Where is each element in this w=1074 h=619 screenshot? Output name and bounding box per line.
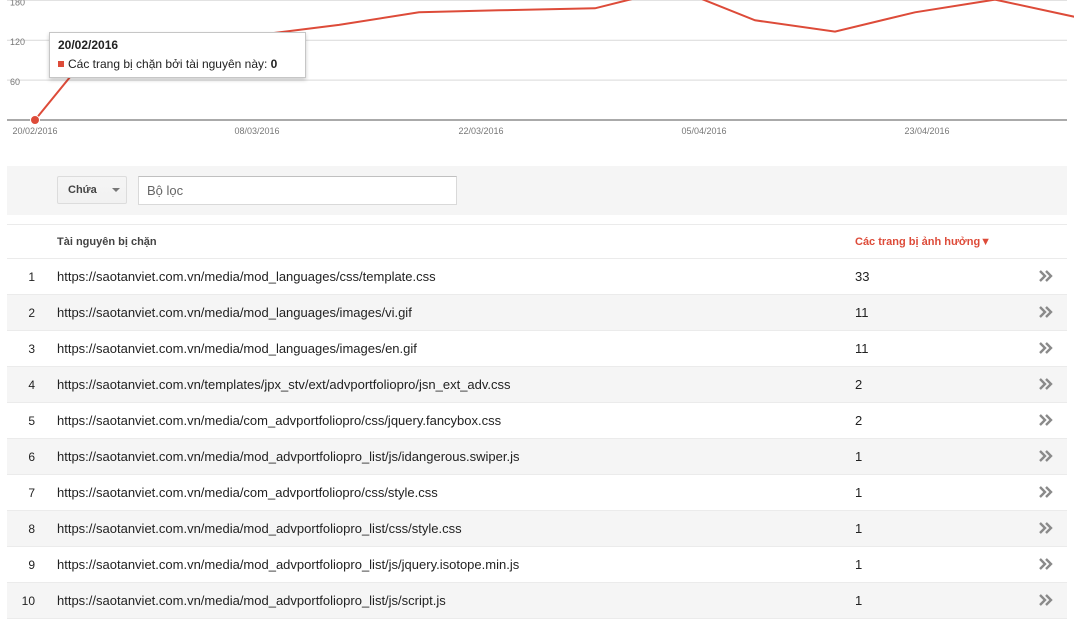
double-chevron-right-icon[interactable] [1038, 594, 1054, 606]
row-number: 6 [28, 450, 35, 464]
resource-url: https://saotanviet.com.vn/media/mod_advp… [57, 557, 520, 572]
double-chevron-right-icon[interactable] [1038, 486, 1054, 498]
row-number: 9 [28, 558, 35, 572]
y-tick-label: 120 [10, 37, 25, 47]
resource-url: https://saotanviet.com.vn/media/mod_lang… [57, 269, 436, 284]
filter-type-dropdown[interactable]: Chứa [57, 176, 127, 204]
double-chevron-right-icon[interactable] [1038, 378, 1054, 390]
column-header-resource[interactable]: Tài nguyên bị chặn [57, 236, 157, 248]
table-row[interactable]: 5 https://saotanviet.com.vn/media/com_adv… [7, 403, 1067, 439]
affected-pages-count: 1 [855, 485, 863, 500]
affected-pages-count: 33 [855, 269, 870, 284]
x-tick-label: 23/04/2016 [904, 126, 949, 136]
table-row[interactable]: 1 https://saotanviet.com.vn/media/mod_lan… [7, 259, 1067, 295]
resource-url: https://saotanviet.com.vn/media/com_advp… [57, 413, 502, 428]
table-row[interactable]: 8 https://saotanviet.com.vn/media/mod_adv… [7, 511, 1067, 547]
double-chevron-right-icon[interactable] [1038, 450, 1054, 462]
double-chevron-right-icon[interactable] [1038, 306, 1054, 318]
resource-url: https://saotanviet.com.vn/media/mod_advp… [57, 593, 446, 608]
table-row[interactable]: 10 https://saotanviet.com.vn/media/mod_ad… [7, 583, 1067, 619]
resource-url: https://saotanviet.com.vn/templates/jpx_… [57, 377, 511, 392]
affected-pages-count: 2 [855, 413, 863, 428]
double-chevron-right-icon[interactable] [1038, 558, 1054, 570]
series-swatch-icon [58, 61, 64, 67]
double-chevron-right-icon[interactable] [1038, 342, 1054, 354]
table-row[interactable]: 4 https://saotanviet.com.vn/templates/jpx… [7, 367, 1067, 403]
filter-bar: Chứa [7, 166, 1067, 215]
highlighted-point [30, 115, 40, 125]
y-tick-label: 60 [10, 77, 20, 87]
affected-pages-count: 11 [855, 305, 869, 320]
table-header: Tài nguyên bị chặn Các trang bị ảnh hưởn… [7, 224, 1067, 259]
filter-input[interactable] [138, 176, 457, 205]
filter-type-label: Chứa [68, 184, 97, 196]
table-row[interactable]: 7 https://saotanviet.com.vn/media/com_adv… [7, 475, 1067, 511]
affected-pages-count: 2 [855, 377, 863, 392]
tooltip-label: Các trang bị chặn bởi tài nguyên này: [68, 57, 268, 71]
affected-pages-count: 1 [855, 449, 863, 464]
resource-url: https://saotanviet.com.vn/media/mod_advp… [57, 449, 520, 464]
double-chevron-right-icon[interactable] [1038, 414, 1054, 426]
resource-url: https://saotanviet.com.vn/media/mod_lang… [57, 305, 412, 320]
table-row[interactable]: 2 https://saotanviet.com.vn/media/mod_lan… [7, 295, 1067, 331]
double-chevron-right-icon[interactable] [1038, 270, 1054, 282]
affected-pages-count: 1 [855, 557, 863, 572]
blocked-resources-table: Tài nguyên bị chặn Các trang bị ảnh hưởn… [7, 224, 1067, 619]
double-chevron-right-icon[interactable] [1038, 522, 1054, 534]
column-header-affected-pages[interactable]: Các trang bị ảnh hưởng▼ [855, 236, 991, 248]
row-number: 1 [28, 270, 35, 284]
row-number: 10 [21, 594, 35, 608]
affected-pages-count: 1 [855, 521, 863, 536]
affected-pages-count: 11 [855, 341, 869, 356]
resource-url: https://saotanviet.com.vn/media/mod_advp… [57, 521, 462, 536]
table-row[interactable]: 6 https://saotanviet.com.vn/media/mod_adv… [7, 439, 1067, 475]
chart-tooltip: 20/02/2016 Các trang bị chặn bởi tài ngu… [49, 32, 306, 78]
x-tick-label: 08/03/2016 [234, 126, 279, 136]
table-row[interactable]: 9 https://saotanviet.com.vn/media/mod_adv… [7, 547, 1067, 583]
table-body: 1 https://saotanviet.com.vn/media/mod_lan… [7, 259, 1067, 619]
tooltip-date: 20/02/2016 [58, 38, 119, 52]
row-number: 2 [28, 306, 35, 320]
tooltip-row: Các trang bị chặn bởi tài nguyên này: 0 [58, 57, 297, 71]
row-number: 7 [28, 486, 35, 500]
tooltip-value: 0 [270, 57, 278, 71]
caret-down-icon [112, 188, 120, 192]
x-tick-label: 20/02/2016 [12, 126, 57, 136]
table-row[interactable]: 3 https://saotanviet.com.vn/media/mod_lan… [7, 331, 1067, 367]
y-tick-label: 180 [10, 0, 25, 7]
x-tick-label: 22/03/2016 [458, 126, 503, 136]
resource-url: https://saotanviet.com.vn/media/com_advp… [57, 485, 438, 500]
resource-url: https://saotanviet.com.vn/media/mod_lang… [57, 341, 417, 356]
x-tick-label: 05/04/2016 [681, 126, 726, 136]
row-number: 8 [28, 522, 35, 536]
row-number: 5 [28, 414, 35, 428]
affected-pages-count: 1 [855, 593, 863, 608]
row-number: 3 [28, 342, 35, 356]
row-number: 4 [28, 378, 35, 392]
